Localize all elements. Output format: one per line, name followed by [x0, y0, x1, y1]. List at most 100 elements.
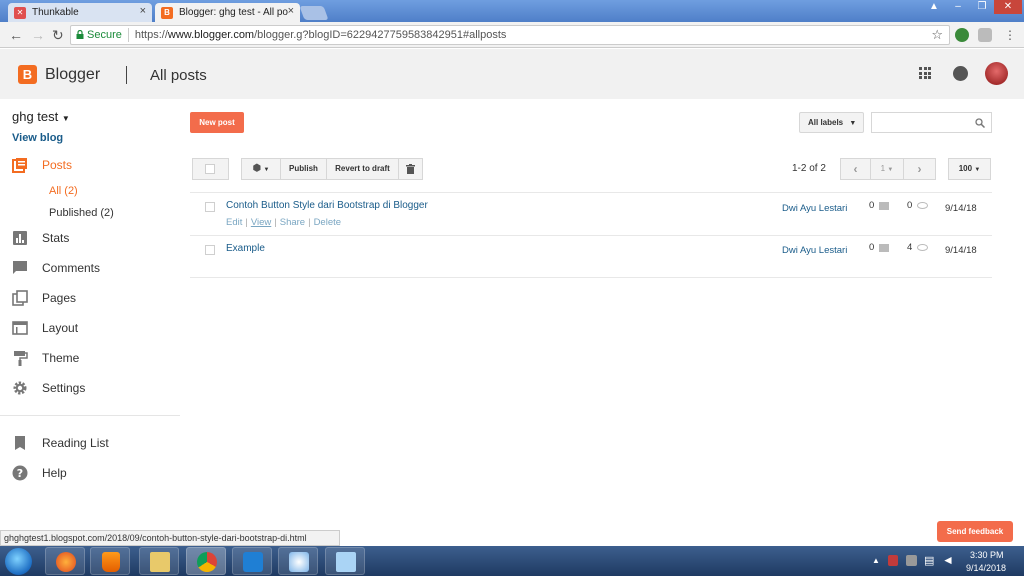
tray-volume-icon[interactable]: ◄ — [942, 553, 954, 567]
user-icon[interactable]: ▲ — [922, 0, 946, 14]
back-arrow-icon[interactable]: ← — [9, 27, 23, 43]
label-dropdown-button[interactable]: ⬢ ▼ — [241, 158, 281, 180]
extension-icon[interactable] — [978, 28, 992, 42]
all-labels-dropdown[interactable]: All labels ▼ — [799, 112, 864, 133]
sidebar-item-posts[interactable]: Posts — [12, 157, 72, 173]
post-title-link[interactable]: Contoh Button Style dari Bootstrap di Bl… — [226, 200, 428, 211]
select-all-checkbox[interactable] — [205, 164, 215, 174]
sidebar-item-label: Settings — [42, 381, 86, 395]
prev-page-button[interactable]: ‹ — [840, 158, 871, 180]
sidebar-item-settings[interactable]: Settings — [12, 380, 85, 396]
sidebar-item-reading-list[interactable]: Reading List — [12, 435, 109, 451]
new-tab-button[interactable] — [299, 6, 329, 20]
dropdown-caret-icon: ▼ — [61, 114, 70, 123]
avatar[interactable] — [985, 62, 1008, 85]
row-checkbox[interactable] — [205, 245, 215, 255]
blogger-favicon-icon: B — [161, 6, 173, 19]
blog-selector[interactable]: ghg test ▼ — [12, 109, 70, 124]
more-menu-icon[interactable]: ⋮ — [1004, 27, 1016, 43]
delete-link[interactable]: Delete — [314, 217, 341, 228]
clock-date[interactable]: 9/14/2018 — [966, 563, 1006, 573]
sidebar-item-layout[interactable]: Layout — [12, 320, 78, 336]
dropdown-caret-icon: ▼ — [263, 167, 270, 173]
post-title-link[interactable]: Example — [226, 243, 265, 254]
delete-button[interactable] — [398, 158, 423, 180]
select-all-checkbox-button[interactable] — [192, 158, 229, 180]
chevron-right-icon: › — [917, 162, 922, 176]
sidebar-item-comments[interactable]: Comments — [12, 260, 100, 276]
bookmark-star-icon[interactable]: ☆ — [931, 27, 943, 43]
app-name[interactable]: Blogger — [45, 66, 100, 84]
blogger-logo-icon[interactable]: B — [18, 65, 37, 84]
comment-icon — [879, 244, 889, 252]
page-number-dropdown[interactable]: 1 ▼ — [870, 158, 904, 180]
send-feedback-button[interactable]: Send feedback — [937, 521, 1013, 542]
share-link[interactable]: Share — [280, 217, 305, 228]
maximize-icon[interactable]: ❐ — [970, 0, 994, 14]
forward-arrow-icon[interactable]: → — [31, 27, 45, 43]
tray-app-icon[interactable] — [888, 555, 898, 566]
clock-time[interactable]: 3:30 PM — [970, 550, 1004, 560]
separator: | — [245, 217, 248, 228]
posts-icon — [12, 158, 27, 173]
notifications-bell-icon[interactable] — [953, 66, 968, 81]
sidebar-item-pages[interactable]: Pages — [12, 290, 76, 306]
apps-grid-icon[interactable] — [919, 67, 931, 79]
tray-printer-icon[interactable]: ▤ — [924, 554, 934, 567]
sidebar: ghg test ▼ View blog Posts All (2) Publi… — [0, 99, 180, 529]
secure-label: Secure — [87, 29, 122, 41]
sidebar-item-theme[interactable]: Theme — [12, 350, 79, 366]
tab-thunkable[interactable]: ✕ Thunkable × — [8, 3, 152, 22]
extension-globe-icon[interactable] — [955, 28, 969, 42]
reload-icon[interactable]: ↻ — [52, 27, 64, 43]
search-input[interactable] — [871, 112, 992, 133]
sidebar-item-label: Theme — [42, 351, 80, 365]
tab-blogger[interactable]: B Blogger: ghg test - All po × — [155, 3, 300, 22]
url-input[interactable]: Secure https://www.blogger.com/blogger.g… — [70, 25, 950, 45]
all-labels-label: All labels — [808, 118, 844, 127]
page-range: 1-2 of 2 — [792, 163, 826, 174]
view-blog-link[interactable]: View blog — [12, 132, 63, 144]
tray-network-icon[interactable] — [906, 555, 917, 566]
windows-start-icon[interactable] — [5, 548, 32, 575]
firefox-taskbar-icon[interactable] — [45, 547, 85, 575]
window-close-icon[interactable]: ✕ — [994, 0, 1022, 14]
page-title: All posts — [150, 67, 207, 84]
row-divider — [190, 277, 992, 278]
sidebar-subitem-all[interactable]: All (2) — [49, 185, 78, 197]
sidebar-item-label: Stats — [42, 231, 70, 245]
close-tab-icon[interactable]: × — [288, 5, 294, 17]
per-page-dropdown[interactable]: 100 ▼ — [948, 158, 991, 180]
minimize-icon[interactable]: – — [946, 0, 970, 14]
page-number: 1 — [880, 164, 886, 173]
revert-to-draft-button[interactable]: Revert to draft — [326, 158, 399, 180]
separator: | — [274, 217, 277, 228]
edit-link[interactable]: Edit — [226, 217, 242, 228]
sidebar-divider — [0, 415, 180, 416]
sidebar-item-stats[interactable]: Stats — [12, 230, 69, 246]
row-checkbox[interactable] — [205, 202, 215, 212]
view-link[interactable]: View — [251, 217, 271, 228]
vlc-taskbar-icon[interactable] — [90, 547, 130, 575]
notepad-taskbar-icon[interactable] — [325, 547, 365, 575]
sidebar-subitem-published[interactable]: Published (2) — [49, 207, 114, 219]
close-tab-icon[interactable]: × — [140, 5, 146, 17]
paint-roller-icon — [14, 351, 28, 366]
tray-expand-icon[interactable]: ▲ — [872, 556, 880, 565]
post-actions: Edit | View | Share | Delete — [226, 217, 341, 228]
file-explorer-taskbar-icon[interactable] — [139, 547, 179, 575]
chrome-taskbar-icon[interactable] — [186, 547, 226, 575]
search-icon — [975, 118, 985, 128]
next-page-button[interactable]: › — [903, 158, 936, 180]
new-post-button[interactable]: New post — [190, 112, 244, 133]
paint-taskbar-icon[interactable] — [278, 547, 318, 575]
vscode-taskbar-icon[interactable] — [232, 547, 272, 575]
post-author-link[interactable]: Dwi Ayu Lestari — [782, 203, 847, 214]
publish-button[interactable]: Publish — [280, 158, 327, 180]
gear-icon — [13, 381, 27, 395]
url-text: https://www.blogger.com/blogger.g?blogID… — [135, 29, 507, 41]
chevron-left-icon: ‹ — [853, 162, 858, 176]
sidebar-item-help[interactable]: ? Help — [12, 465, 67, 481]
tab-title: Thunkable — [32, 7, 79, 18]
post-author-link[interactable]: Dwi Ayu Lestari — [782, 245, 847, 256]
